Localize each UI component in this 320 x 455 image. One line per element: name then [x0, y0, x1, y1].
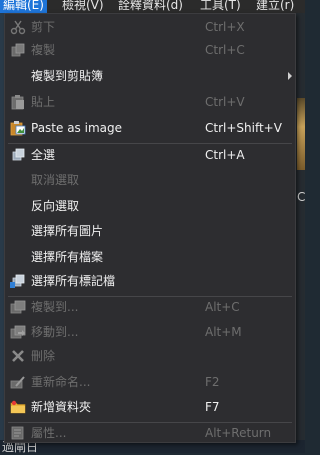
- menu-item-select-all-files[interactable]: 選擇所有檔案: [5, 246, 295, 268]
- menu-item-shortcut: Ctrl+C: [205, 43, 245, 57]
- rename-icon: [10, 374, 26, 390]
- menu-item-label: 複製: [31, 43, 56, 57]
- menu-item-label: 全選: [31, 148, 56, 162]
- menu-item-label: 選擇所有檔案: [31, 250, 104, 264]
- menu-item-shortcut: Ctrl+A: [205, 148, 245, 162]
- menu-item-copy[interactable]: 複製 Ctrl+C: [5, 39, 295, 61]
- menu-item-shortcut: Alt+Return: [205, 426, 272, 440]
- menu-item-label: 貼上: [31, 95, 56, 109]
- menu-item-paste[interactable]: 貼上 Ctrl+V: [5, 91, 295, 113]
- menu-item-label: 新增資料夾: [31, 400, 92, 414]
- copy-to-icon: [10, 299, 26, 315]
- menu-item-shortcut: F7: [205, 400, 220, 414]
- submenu-arrow-icon: [288, 72, 292, 80]
- menu-item-shortcut: Alt+M: [205, 325, 242, 339]
- menubar-tools[interactable]: 工具(T): [200, 0, 241, 13]
- properties-icon: [10, 425, 26, 441]
- menubar-create[interactable]: 建立(r): [256, 0, 294, 13]
- scissors-icon: [10, 19, 26, 35]
- menu-item-label: 取消選取: [31, 173, 80, 187]
- menu-bar: 編輯(E) 檢視(V) 詮釋資料(d) 工具(T) 建立(r): [0, 0, 305, 13]
- menu-item-delete[interactable]: 刪除: [5, 345, 295, 367]
- edit-menu-dropdown: 剪下 Ctrl+X 複製 Ctrl+C 複製到剪貼簿 貼上 Ctrl+V Pas…: [4, 13, 296, 443]
- menu-item-shortcut: F2: [205, 375, 220, 389]
- menu-item-select-all[interactable]: 全選 Ctrl+A: [5, 144, 295, 166]
- menu-item-paste-as-image[interactable]: Paste as image Ctrl+Shift+V: [5, 117, 295, 139]
- menu-item-label: 反向選取: [31, 199, 80, 213]
- menu-item-label: 刪除: [31, 349, 56, 363]
- paste-icon: [10, 94, 26, 110]
- menu-item-cut[interactable]: 剪下 Ctrl+X: [5, 16, 295, 38]
- tagged-files-icon: [10, 273, 26, 289]
- menu-item-label: 移動到...: [31, 325, 79, 339]
- menubar-view[interactable]: 檢視(V): [62, 0, 104, 13]
- menu-item-label: 複製到剪貼簿: [31, 69, 104, 83]
- new-folder-icon: [10, 399, 26, 415]
- menu-item-rename[interactable]: 重新命名... F2: [5, 371, 295, 393]
- select-all-icon: [10, 147, 26, 163]
- menu-item-label: 屬性...: [31, 426, 67, 440]
- background-peek-text: C: [297, 190, 306, 204]
- menubar-metadata[interactable]: 詮釋資料(d): [118, 0, 183, 13]
- paste-image-icon: [10, 120, 26, 136]
- menu-item-label: 剪下: [31, 20, 56, 34]
- menubar-edit[interactable]: 編輯(E): [0, 0, 47, 13]
- delete-icon: [10, 348, 26, 364]
- menu-item-label: 複製到...: [31, 300, 79, 314]
- copy-icon: [10, 42, 26, 58]
- menu-item-label: 選擇所有圖片: [31, 224, 104, 238]
- menu-item-move-to[interactable]: 移動到... Alt+M: [5, 321, 295, 343]
- move-to-icon: [10, 324, 26, 340]
- menu-item-label: 重新命名...: [31, 375, 91, 389]
- menu-item-copy-to[interactable]: 複製到... Alt+C: [5, 296, 295, 318]
- menu-item-shortcut: Ctrl+V: [205, 95, 245, 109]
- menu-item-copy-to-clipboard[interactable]: 複製到剪貼簿: [5, 65, 295, 87]
- menu-item-new-folder[interactable]: 新增資料夾 F7: [5, 396, 295, 418]
- menu-item-invert-selection[interactable]: 反向選取: [5, 195, 295, 217]
- menu-item-shortcut: Ctrl+Shift+V: [205, 121, 282, 135]
- menu-item-shortcut: Ctrl+X: [205, 20, 245, 34]
- menu-item-select-all-tagged[interactable]: 選擇所有標記檔: [5, 270, 295, 292]
- menu-item-label: 選擇所有標記檔: [31, 274, 116, 288]
- menu-item-properties[interactable]: 屬性... Alt+Return: [5, 422, 295, 444]
- menu-item-select-all-images[interactable]: 選擇所有圖片: [5, 220, 295, 242]
- background-thumbnail: [297, 98, 305, 170]
- menu-item-label: Paste as image: [31, 121, 123, 135]
- background-panel-right: [296, 13, 305, 453]
- menu-item-deselect[interactable]: 取消選取: [5, 169, 295, 191]
- menu-item-shortcut: Alt+C: [205, 300, 240, 314]
